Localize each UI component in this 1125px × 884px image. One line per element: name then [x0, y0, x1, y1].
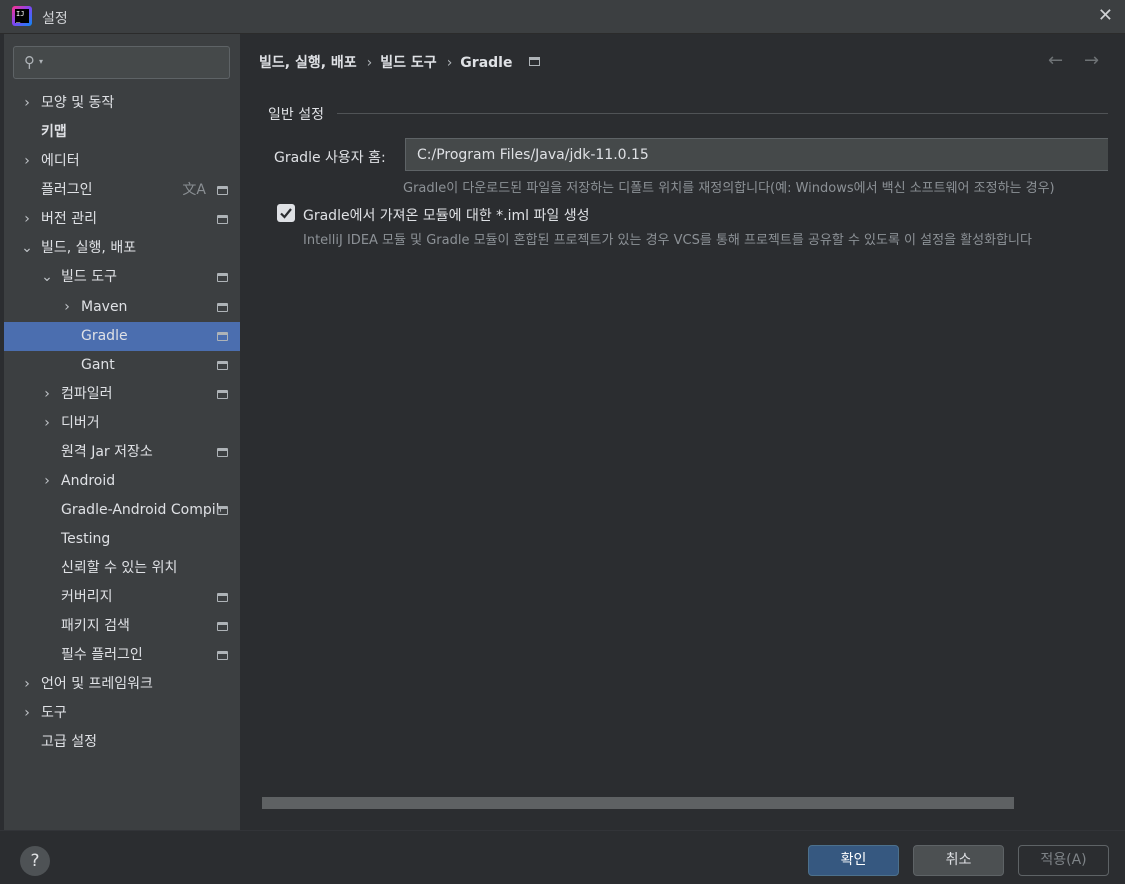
project-settings-icon: [217, 273, 228, 282]
search-input[interactable]: [54, 51, 224, 75]
chevron-right-icon[interactable]: ›: [20, 205, 34, 234]
chevron-down-icon[interactable]: ⌄: [40, 263, 54, 292]
sidebar-item-version-control[interactable]: › 버전 관리: [4, 205, 240, 234]
sidebar-item-gant[interactable]: Gant: [4, 351, 240, 380]
sidebar-item-appearance[interactable]: › 모양 및 동작: [4, 89, 240, 118]
project-settings-icon: [217, 215, 228, 224]
sidebar-item-package-search[interactable]: 패키지 검색: [4, 612, 240, 641]
help-button[interactable]: ?: [20, 846, 50, 876]
window-title: 설정: [42, 11, 68, 27]
sidebar-item-gradle-android-compiler[interactable]: Gradle-Android Compiler: [4, 496, 240, 525]
checkmark-icon: [280, 208, 292, 219]
sidebar-item-build-execution-deployment[interactable]: ⌄ 빌드, 실행, 배포: [4, 234, 240, 263]
project-settings-icon: [529, 57, 540, 66]
intellij-idea-icon: IJ —: [12, 6, 32, 26]
project-settings-icon: [217, 622, 228, 631]
sidebar-item-trusted-locations[interactable]: 신뢰할 수 있는 위치: [4, 554, 240, 583]
section-title: 일반 설정: [268, 107, 324, 123]
settings-sidebar: ⚲ ▾ › 모양 및 동작 키맵 › 에디터 플러그인 文A › 버전 관리 ⌄…: [4, 34, 240, 830]
chevron-right-icon[interactable]: ›: [60, 293, 74, 322]
close-icon[interactable]: ✕: [1098, 5, 1113, 26]
breadcrumb-item[interactable]: 빌드 도구: [380, 55, 436, 71]
cancel-button[interactable]: 취소: [913, 845, 1004, 876]
settings-search[interactable]: ⚲ ▾: [13, 46, 230, 79]
sidebar-item-plugins[interactable]: 플러그인 文A: [4, 176, 240, 205]
project-settings-icon: [217, 506, 228, 515]
sidebar-item-build-tools[interactable]: ⌄ 빌드 도구: [4, 263, 240, 292]
gradle-user-home-input[interactable]: [405, 138, 1108, 171]
chevron-down-icon[interactable]: ⌄: [20, 234, 34, 263]
horizontal-scrollbar[interactable]: [262, 797, 1014, 809]
back-arrow-icon[interactable]: ←: [1048, 50, 1063, 71]
chevron-right-icon[interactable]: ›: [40, 467, 54, 496]
sidebar-item-android[interactable]: › Android: [4, 467, 240, 496]
sidebar-item-coverage[interactable]: 커버리지: [4, 583, 240, 612]
project-settings-icon: [217, 332, 228, 341]
breadcrumb-separator: ›: [366, 55, 373, 71]
sidebar-item-required-plugins[interactable]: 필수 플러그인: [4, 641, 240, 670]
sidebar-item-testing[interactable]: Testing: [4, 525, 240, 554]
generate-iml-checkbox[interactable]: [277, 204, 295, 222]
chevron-right-icon[interactable]: ›: [20, 699, 34, 728]
dialog-button-bar: ? 확인 취소 적용(A): [0, 830, 1125, 884]
sidebar-item-languages-frameworks[interactable]: › 언어 및 프레임워크: [4, 670, 240, 699]
translate-icon: 文A: [182, 182, 206, 198]
sidebar-item-advanced-settings[interactable]: 고급 설정: [4, 728, 240, 757]
generate-iml-hint: IntelliJ IDEA 모듈 및 Gradle 모듈이 혼합된 프로젝트가 …: [303, 233, 1032, 248]
breadcrumb: 빌드, 실행, 배포 › 빌드 도구 › Gradle: [259, 52, 518, 72]
chevron-right-icon[interactable]: ›: [40, 380, 54, 409]
sidebar-item-gradle[interactable]: Gradle: [4, 322, 240, 351]
gradle-user-home-hint: Gradle이 다운로드된 파일을 저장하는 디폴트 위치를 재정의합니다(예:…: [403, 181, 1055, 196]
forward-arrow-icon[interactable]: →: [1084, 50, 1099, 71]
project-settings-icon: [217, 448, 228, 457]
sidebar-item-editor[interactable]: › 에디터: [4, 147, 240, 176]
title-bar: IJ — 설정 ✕: [0, 0, 1125, 34]
sidebar-item-remote-jar-repositories[interactable]: 원격 Jar 저장소: [4, 438, 240, 467]
chevron-right-icon[interactable]: ›: [20, 147, 34, 176]
breadcrumb-item-current: Gradle: [460, 55, 513, 71]
breadcrumb-separator: ›: [446, 55, 453, 71]
breadcrumb-item[interactable]: 빌드, 실행, 배포: [259, 55, 357, 71]
project-settings-icon: [217, 651, 228, 660]
apply-button[interactable]: 적용(A): [1018, 845, 1109, 876]
sidebar-item-tools[interactable]: › 도구: [4, 699, 240, 728]
chevron-right-icon[interactable]: ›: [20, 89, 34, 118]
search-history-caret-icon[interactable]: ▾: [39, 57, 43, 66]
sidebar-item-keymap[interactable]: 키맵: [4, 118, 240, 147]
section-divider: [337, 113, 1108, 114]
project-settings-icon: [217, 361, 228, 370]
sidebar-item-maven[interactable]: › Maven: [4, 293, 240, 322]
sidebar-item-compiler[interactable]: › 컴파일러: [4, 380, 240, 409]
chevron-right-icon[interactable]: ›: [20, 670, 34, 699]
search-icon: ⚲: [24, 53, 35, 71]
ok-button[interactable]: 확인: [808, 845, 899, 876]
project-settings-icon: [217, 186, 228, 195]
project-settings-icon: [217, 390, 228, 399]
gradle-user-home-label: Gradle 사용자 홈:: [274, 150, 386, 166]
project-settings-icon: [217, 303, 228, 312]
sidebar-item-debugger[interactable]: › 디버거: [4, 409, 240, 438]
chevron-right-icon[interactable]: ›: [40, 409, 54, 438]
generate-iml-label[interactable]: Gradle에서 가져온 모듈에 대한 *.iml 파일 생성: [303, 205, 589, 225]
project-settings-icon: [217, 593, 228, 602]
